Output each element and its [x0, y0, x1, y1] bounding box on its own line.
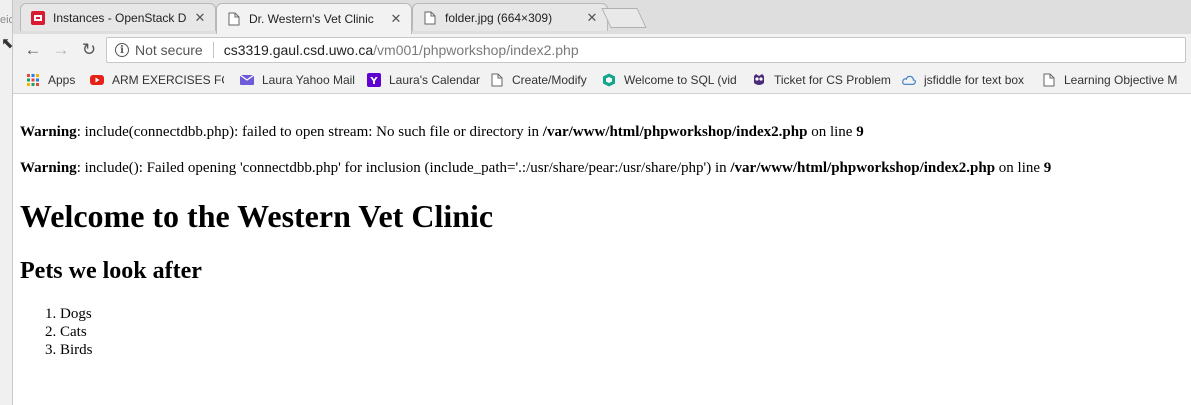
bookmark-arm-exercises[interactable]: ARM EXERCISES FOR [90, 71, 224, 89]
mail-icon [240, 73, 254, 87]
forward-button[interactable]: → [50, 39, 72, 61]
tab-strip: Instances - OpenStack Da ✕ Dr. Western's… [12, 0, 1191, 34]
section-heading: Pets we look after [20, 258, 202, 284]
browser-chrome: Instances - OpenStack Da ✕ Dr. Western's… [12, 0, 1191, 94]
cloud-icon [902, 73, 916, 87]
bookmark-cs-ticket[interactable]: Ticket for CS Problem [752, 71, 898, 89]
php-warning: Warning: include(): Failed opening 'conn… [20, 160, 1051, 177]
warning-message: : include(connectdbb.php): failed to ope… [76, 124, 543, 140]
bookmark-label: jsfiddle for text box [924, 73, 1025, 87]
info-icon[interactable]: i [115, 43, 129, 57]
list-item: Cats [60, 323, 93, 341]
cube-icon [602, 73, 616, 87]
openstack-icon [31, 10, 45, 25]
security-label[interactable]: Not secure [135, 42, 203, 58]
bookmark-calendar[interactable]: Y Laura's Calendar [367, 71, 480, 89]
tab-folder-image[interactable]: folder.jpg (664×309) ✕ [412, 3, 608, 31]
forward-arrow-icon: → [52, 40, 70, 59]
bookmark-label: Create/Modify [512, 73, 587, 87]
close-icon[interactable]: ✕ [389, 11, 403, 27]
adjacent-window-edge: eic ⬉ [0, 0, 14, 405]
tab-openstack[interactable]: Instances - OpenStack Da ✕ [20, 3, 216, 31]
adjacent-window-text: eic [0, 14, 12, 26]
warning-message: : include(): Failed opening 'connectdbb.… [76, 160, 731, 176]
tab-vet-clinic[interactable]: Dr. Western's Vet Clinic ✕ [216, 3, 412, 34]
back-arrow-icon: ← [24, 40, 42, 59]
tab-title: folder.jpg (664×309) [445, 10, 553, 25]
document-icon [490, 73, 504, 87]
mouse-cursor-icon: ⬉ [1, 35, 14, 52]
pets-list: Dogs Cats Birds [20, 305, 93, 359]
warning-label: Warning [20, 124, 77, 140]
warning-line-prefix: on line [995, 160, 1044, 176]
bookmark-jsfiddle[interactable]: jsfiddle for text box [902, 71, 1024, 89]
bookmark-create-modify[interactable]: Create/Modify [490, 71, 587, 89]
url-host: cs3319.gaul.csd.uwo.ca [223, 42, 374, 58]
bookmark-learning-objective[interactable]: Learning Objective M [1042, 71, 1182, 89]
warning-line-number: 9 [1043, 160, 1052, 176]
yahoo-icon: Y [367, 73, 381, 87]
warning-line-number: 9 [856, 124, 864, 140]
reload-icon: ↻ [81, 40, 97, 59]
tab-title: Dr. Western's Vet Clinic [249, 12, 374, 26]
warning-label: Warning [20, 160, 77, 176]
list-item: Dogs [60, 305, 93, 323]
document-icon [423, 11, 437, 25]
bookmark-label: Apps [48, 73, 76, 87]
url-path: /vm001/phpworkshop/index2.php [373, 42, 579, 58]
reload-button[interactable]: ↻ [78, 39, 100, 61]
bookmark-yahoo-mail[interactable]: Laura Yahoo Mail [240, 71, 355, 89]
address-bar[interactable]: i Not secure cs3319.gaul.csd.uwo.ca/vm00… [106, 37, 1186, 63]
bookmark-label: Laura Yahoo Mail [262, 73, 355, 87]
bookmark-label: Laura's Calendar [389, 73, 481, 87]
bookmark-label: Learning Objective M [1064, 73, 1178, 87]
new-tab-button[interactable] [601, 8, 647, 28]
svg-text:Y: Y [369, 76, 378, 87]
bookmark-apps[interactable]: Apps [26, 71, 75, 89]
list-item: Birds [60, 341, 93, 359]
navigation-toolbar: ← → ↻ i Not secure cs3319.gaul.csd.uwo.c… [12, 34, 1191, 66]
bookmark-label: Ticket for CS Problem [774, 73, 891, 87]
bookmarks-bar: Apps ARM EXERCISES FOR Laura Yahoo Mail … [12, 66, 1191, 94]
owl-icon [752, 73, 766, 87]
warning-file: /var/www/html/phpworkshop/index2.php [542, 124, 808, 140]
warning-line-prefix: on line [807, 124, 857, 140]
tab-title: Instances - OpenStack Da [53, 10, 187, 25]
php-warning: Warning: include(connectdbb.php): failed… [20, 124, 864, 141]
address-separator [212, 42, 214, 58]
bookmark-sql[interactable]: Welcome to SQL (vid [602, 71, 744, 89]
close-icon[interactable]: ✕ [585, 10, 599, 26]
warning-file: /var/www/html/phpworkshop/index2.php [730, 160, 996, 176]
document-icon [1042, 73, 1056, 87]
document-icon [227, 12, 241, 26]
youtube-icon [90, 73, 104, 87]
apps-grid-icon [26, 73, 40, 87]
close-icon[interactable]: ✕ [193, 10, 207, 26]
bookmark-label: ARM EXERCISES FOR [112, 73, 224, 87]
page-title: Welcome to the Western Vet Clinic [20, 198, 494, 234]
bookmark-label: Welcome to SQL (vid [624, 73, 737, 87]
back-button[interactable]: ← [22, 39, 44, 61]
